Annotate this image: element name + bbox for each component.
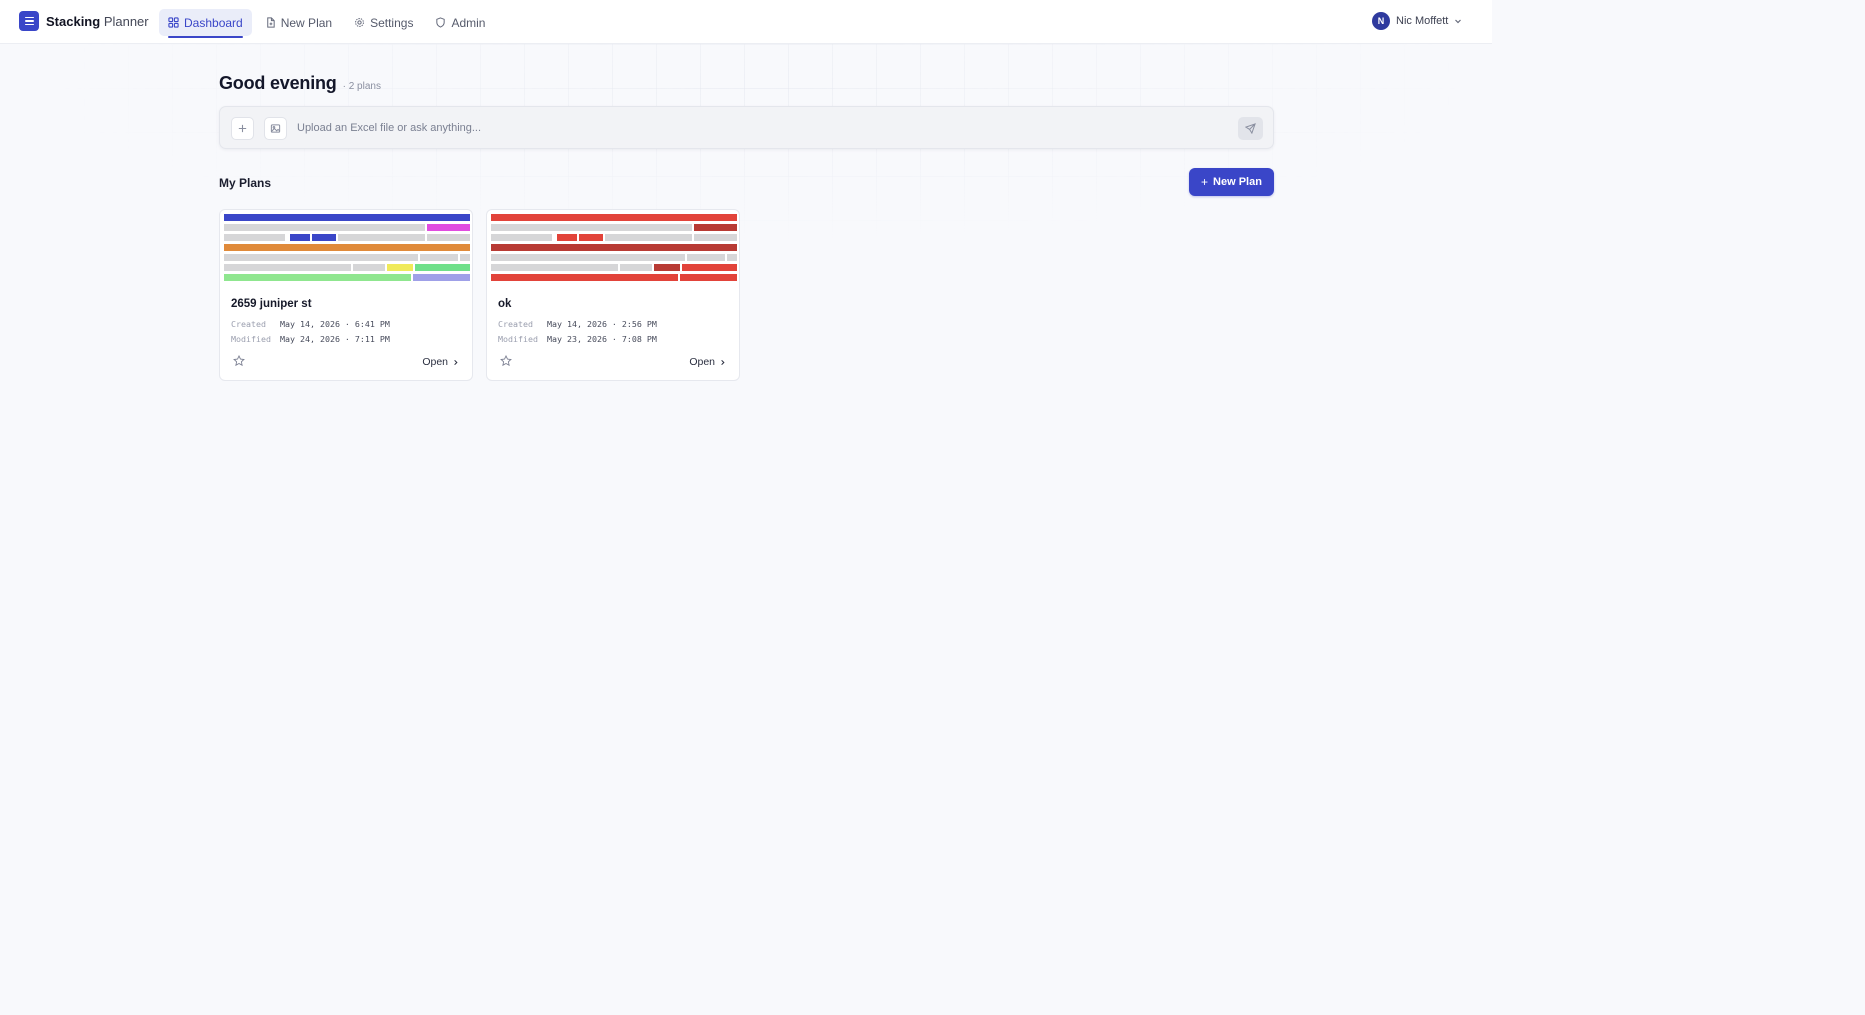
plan-card[interactable]: 2659 juniper st Created May 14, 2026 · 6:…	[219, 209, 473, 381]
main-nav: Dashboard New Plan Settings Admin	[159, 9, 498, 38]
plan-modified: Modified May 24, 2026 · 7:11 PM	[231, 334, 390, 344]
new-plan-button-label: New Plan	[1213, 176, 1262, 188]
plan-modified: Modified May 23, 2026 · 7:08 PM	[498, 334, 657, 344]
nav-new-plan[interactable]: New Plan	[256, 9, 341, 36]
star-icon[interactable]	[500, 355, 512, 367]
new-plan-button[interactable]: + New Plan	[1189, 168, 1274, 196]
open-label: Open	[689, 356, 715, 368]
modified-value: May 23, 2026 · 7:08 PM	[547, 334, 657, 344]
send-icon	[1245, 123, 1256, 134]
gear-icon	[355, 18, 365, 27]
chevron-right-icon	[721, 359, 725, 365]
created-label: Created	[231, 319, 266, 329]
ask-bar: Upload an Excel file or ask anything...	[219, 106, 1274, 149]
chevron-down-icon	[1455, 19, 1462, 24]
star-icon[interactable]	[233, 355, 245, 367]
plan-created: Created May 14, 2026 · 2:56 PM	[498, 319, 657, 329]
open-button[interactable]: Open	[422, 356, 459, 368]
page-title: Good evening	[219, 73, 337, 93]
shield-icon	[436, 17, 446, 28]
send-button[interactable]	[1238, 117, 1263, 140]
attach-button[interactable]	[231, 117, 254, 140]
plan-thumbnail	[224, 214, 470, 286]
app-name-bold: Stacking	[46, 13, 101, 29]
created-value: May 14, 2026 · 6:41 PM	[280, 319, 390, 329]
nav-dashboard-label: Dashboard	[184, 15, 243, 30]
user-menu[interactable]: N Nic Moffett	[1372, 12, 1462, 30]
nav-admin-label: Admin	[451, 15, 486, 30]
nav-dashboard[interactable]: Dashboard	[159, 9, 252, 38]
plan-created: Created May 14, 2026 · 6:41 PM	[231, 319, 390, 329]
chevron-right-icon	[454, 359, 458, 365]
modified-value: May 24, 2026 · 7:11 PM	[280, 334, 390, 344]
list-icon	[19, 11, 39, 31]
app-name-light: Planner	[103, 13, 149, 29]
grid-icon	[168, 17, 179, 28]
nav-new-plan-label: New Plan	[280, 15, 333, 30]
nav-settings[interactable]: Settings	[345, 9, 422, 36]
open-label: Open	[422, 356, 448, 368]
nav-settings-label: Settings	[370, 15, 414, 30]
plan-thumbnail	[491, 214, 737, 286]
plan-title: ok	[498, 298, 512, 310]
avatar: N	[1372, 12, 1390, 30]
created-label: Created	[498, 319, 533, 329]
nav-admin[interactable]: Admin	[426, 9, 494, 36]
ask-input[interactable]: Upload an Excel file or ask anything...	[297, 122, 481, 134]
app-logo[interactable]: Stacking Planner	[19, 11, 149, 31]
image-icon	[270, 124, 281, 133]
greeting-header: Good evening · 2 plans	[219, 73, 381, 94]
top-navigation-bar: Stacking Planner Dashboard New Plan Sett…	[0, 0, 1492, 44]
image-upload-button[interactable]	[264, 117, 287, 140]
plus-icon: +	[1201, 175, 1209, 189]
my-plans-heading: My Plans	[219, 176, 272, 190]
plan-count: · 2 plans	[342, 81, 381, 92]
plan-title: 2659 juniper st	[231, 298, 312, 310]
app-name: Stacking Planner	[46, 14, 149, 29]
created-value: May 14, 2026 · 2:56 PM	[547, 319, 657, 329]
modified-label: Modified	[498, 334, 538, 344]
plus-icon	[238, 124, 247, 133]
user-name: Nic Moffett	[1396, 15, 1449, 27]
open-button[interactable]: Open	[689, 356, 726, 368]
modified-label: Modified	[231, 334, 271, 344]
plan-card[interactable]: ok Created May 14, 2026 · 2:56 PM Modifie…	[486, 209, 740, 381]
file-plus-icon	[266, 17, 275, 28]
